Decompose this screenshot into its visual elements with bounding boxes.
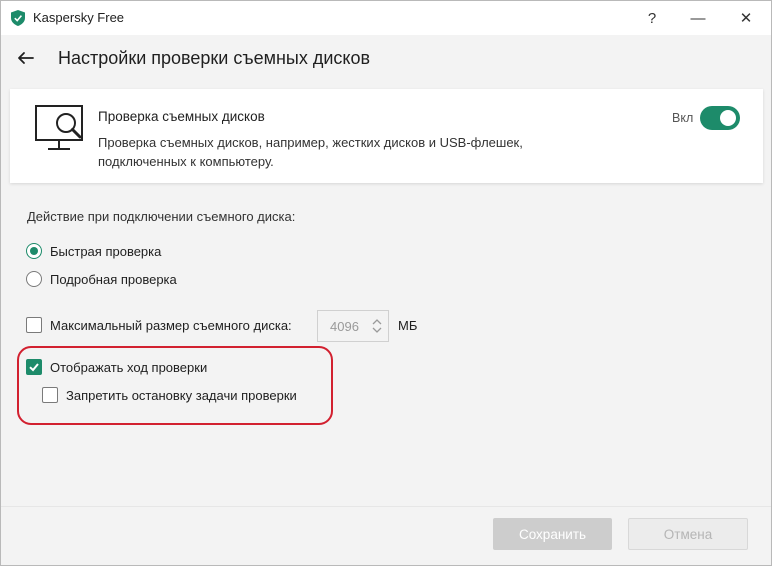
stepper-arrows-icon[interactable] xyxy=(370,316,384,336)
monitor-search-icon xyxy=(35,105,83,150)
settings-window: Kaspersky Free ? — ✕ Настройки проверки … xyxy=(0,0,772,566)
enable-toggle[interactable] xyxy=(700,106,740,130)
max-size-unit: МБ xyxy=(398,318,418,333)
close-button[interactable]: ✕ xyxy=(723,1,769,35)
max-size-label: Максимальный размер съемного диска: xyxy=(50,317,292,333)
toggle-label: Вкл xyxy=(672,111,694,125)
removable-scan-card: Проверка съемных дисков Проверка съемных… xyxy=(10,89,763,183)
page-header: Настройки проверки съемных дисков xyxy=(1,35,771,83)
kaspersky-shield-icon xyxy=(11,10,25,26)
page-title: Настройки проверки съемных дисков xyxy=(58,48,371,68)
cancel-button[interactable]: Отмена xyxy=(628,518,748,550)
max-size-checkbox[interactable] xyxy=(26,317,42,333)
radio-button[interactable] xyxy=(26,271,42,287)
minimize-button[interactable]: — xyxy=(675,1,721,35)
toggle-knob xyxy=(720,110,736,126)
window-title: Kaspersky Free xyxy=(33,10,125,25)
section-label: Действие при подключении съемного диска: xyxy=(27,209,296,224)
radio-label: Быстрая проверка xyxy=(50,243,162,259)
radio-full-scan[interactable]: Подробная проверка xyxy=(26,271,177,287)
card-title: Проверка съемных дисков xyxy=(98,109,265,124)
highlight-annotation xyxy=(17,346,333,425)
card-description: Проверка съемных дисков, например, жестк… xyxy=(98,135,523,169)
footer-divider xyxy=(1,506,771,507)
help-button[interactable]: ? xyxy=(629,1,675,35)
arrow-left-icon[interactable] xyxy=(13,45,39,71)
max-size-stepper[interactable]: 4096 xyxy=(317,310,389,342)
radio-label: Подробная проверка xyxy=(50,271,177,287)
max-size-option[interactable]: Максимальный размер съемного диска: xyxy=(26,317,292,333)
radio-button[interactable] xyxy=(26,243,42,259)
save-button[interactable]: Сохранить xyxy=(493,518,612,550)
title-bar: Kaspersky Free ? — ✕ xyxy=(1,1,771,35)
radio-quick-scan[interactable]: Быстрая проверка xyxy=(26,243,161,259)
max-size-value: 4096 xyxy=(330,319,359,334)
